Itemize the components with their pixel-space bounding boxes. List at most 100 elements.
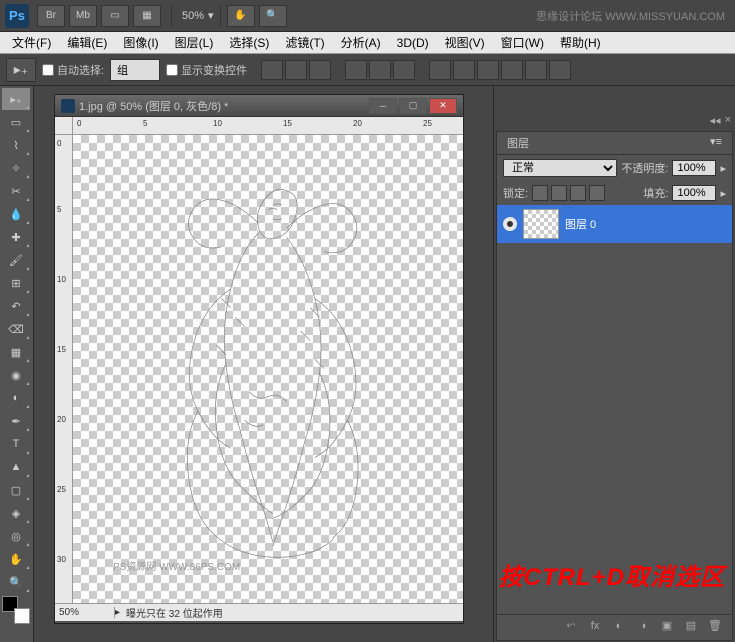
close-button[interactable]: ✕	[429, 98, 457, 114]
menu-edit[interactable]: 编辑(E)	[59, 32, 115, 53]
auto-select-checkbox[interactable]	[42, 64, 54, 76]
auto-select-option[interactable]: 自动选择:	[42, 62, 104, 78]
shape-tool[interactable]: ▢	[2, 479, 30, 501]
menu-image[interactable]: 图像(I)	[115, 32, 166, 53]
dodge-tool[interactable]: ◐	[2, 387, 30, 409]
adjustment-layer-icon[interactable]: ◑	[635, 619, 651, 633]
mini-bridge-button[interactable]: Mb	[69, 5, 97, 27]
fill-arrow-icon[interactable]: ▸	[720, 187, 726, 200]
menu-analysis[interactable]: 分析(A)	[333, 32, 389, 53]
auto-select-dropdown[interactable]: 组	[110, 59, 160, 81]
menu-3d[interactable]: 3D(D)	[389, 34, 437, 52]
current-tool-icon[interactable]: ▸₊	[6, 58, 36, 82]
gradient-tool[interactable]: ▦	[2, 341, 30, 363]
lock-all-icon[interactable]	[589, 185, 605, 201]
menu-window[interactable]: 窗口(W)	[493, 32, 552, 53]
healing-tool[interactable]: ✚	[2, 226, 30, 248]
ruler-tick: 5	[143, 119, 147, 128]
align-hcenter-button[interactable]	[369, 60, 391, 80]
ruler-horizontal[interactable]: 0 5 10 15 20 25	[73, 117, 463, 135]
lock-position-icon[interactable]	[570, 185, 586, 201]
layers-tab[interactable]: 图层 ▾≡	[497, 132, 732, 155]
status-zoom[interactable]: 50%	[55, 607, 115, 618]
layer-name[interactable]: 图层 0	[565, 216, 596, 232]
brush-tool[interactable]: 🖌	[2, 249, 30, 271]
camera-tool[interactable]: ◎	[2, 525, 30, 547]
hand-tool[interactable]: ✋	[2, 548, 30, 570]
arrange-docs-button[interactable]: ▦	[133, 5, 161, 27]
layer-thumbnail[interactable]	[523, 209, 559, 239]
zoom-tool[interactable]: 🔍	[2, 571, 30, 593]
ruler-corner	[55, 117, 73, 135]
panel-menu-icon[interactable]: ▾≡	[710, 135, 722, 151]
path-select-tool[interactable]: ▲	[2, 456, 30, 478]
crop-tool[interactable]: ✂	[2, 180, 30, 202]
history-brush-tool[interactable]: ↶	[2, 295, 30, 317]
ruler-vertical[interactable]: 0 5 10 15 20 25 30	[55, 135, 73, 603]
maximize-button[interactable]: ▢	[399, 98, 427, 114]
canvas[interactable]: PS资源网 WWW.86PS.COM	[73, 135, 463, 603]
toolbox: ▸₊ ▭ ⌇ ✧ ✂ 💧 ✚ 🖌 ⊞ ↶ ⌫ ▦ ◉ ◐ ✒ T ▲ ▢ ◈ ◎…	[0, 86, 34, 642]
menu-select[interactable]: 选择(S)	[221, 32, 277, 53]
distribute-4-button[interactable]	[501, 60, 523, 80]
background-color[interactable]	[14, 608, 30, 624]
eraser-tool[interactable]: ⌫	[2, 318, 30, 340]
zoom-level[interactable]: 50%	[182, 10, 204, 22]
layer-mask-icon[interactable]: ◐	[611, 619, 627, 633]
hand-tool-button[interactable]: ✋	[227, 5, 255, 27]
menu-view[interactable]: 视图(V)	[437, 32, 493, 53]
ruler-tick: 25	[423, 119, 432, 128]
document-icon	[61, 99, 75, 113]
blur-tool[interactable]: ◉	[2, 364, 30, 386]
collapse-panels-icon[interactable]: ◂◂	[710, 114, 721, 127]
eyedropper-tool[interactable]: 💧	[2, 203, 30, 225]
layer-item[interactable]: 图层 0	[497, 205, 732, 243]
zoom-dropdown-icon[interactable]: ▾	[208, 9, 214, 22]
menu-file[interactable]: 文件(F)	[4, 32, 59, 53]
align-right-button[interactable]	[393, 60, 415, 80]
marquee-tool[interactable]: ▭	[2, 111, 30, 133]
lasso-tool[interactable]: ⌇	[2, 134, 30, 156]
screen-mode-button[interactable]: ▭	[101, 5, 129, 27]
lock-image-icon[interactable]	[551, 185, 567, 201]
layer-visibility-icon[interactable]	[503, 217, 517, 231]
bridge-button[interactable]: Br	[37, 5, 65, 27]
group-icon[interactable]: ▣	[659, 619, 675, 633]
type-tool[interactable]: T	[2, 433, 30, 455]
align-left-button[interactable]	[345, 60, 367, 80]
canvas-watermark: PS资源网 WWW.86PS.COM	[113, 558, 240, 573]
menu-layer[interactable]: 图层(L)	[167, 32, 222, 53]
distribute-6-button[interactable]	[549, 60, 571, 80]
zoom-tool-button[interactable]: 🔍	[259, 5, 287, 27]
align-vcenter-button[interactable]	[285, 60, 307, 80]
document-titlebar[interactable]: 1.jpg @ 50% (图层 0, 灰色/8) * ─ ▢ ✕	[55, 95, 463, 117]
pen-tool[interactable]: ✒	[2, 410, 30, 432]
new-layer-icon[interactable]: ▤	[683, 619, 699, 633]
show-transform-option[interactable]: 显示变换控件	[166, 62, 247, 78]
delete-layer-icon[interactable]: 🗑	[707, 619, 723, 633]
lock-transparent-icon[interactable]	[532, 185, 548, 201]
panel-close-icon[interactable]: ×	[725, 114, 731, 127]
minimize-button[interactable]: ─	[369, 98, 397, 114]
stamp-tool[interactable]: ⊞	[2, 272, 30, 294]
fill-input[interactable]	[672, 185, 716, 201]
distribute-3-button[interactable]	[477, 60, 499, 80]
menu-help[interactable]: 帮助(H)	[552, 32, 609, 53]
align-top-button[interactable]	[261, 60, 283, 80]
layer-fx-icon[interactable]: fx	[587, 619, 603, 633]
distribute-1-button[interactable]	[429, 60, 451, 80]
blend-mode-select[interactable]: 正常	[503, 159, 617, 177]
layer-list: 图层 0	[497, 205, 732, 243]
opacity-arrow-icon[interactable]: ▸	[720, 162, 726, 175]
distribute-5-button[interactable]	[525, 60, 547, 80]
opacity-input[interactable]	[672, 160, 716, 176]
menu-filter[interactable]: 滤镜(T)	[277, 32, 332, 53]
align-bottom-button[interactable]	[309, 60, 331, 80]
link-layers-icon[interactable]: ⬿	[563, 619, 579, 633]
quick-select-tool[interactable]: ✧	[2, 157, 30, 179]
distribute-2-button[interactable]	[453, 60, 475, 80]
move-tool[interactable]: ▸₊	[2, 88, 30, 110]
3d-tool[interactable]: ◈	[2, 502, 30, 524]
color-swatch[interactable]	[2, 596, 30, 624]
show-transform-checkbox[interactable]	[166, 64, 178, 76]
